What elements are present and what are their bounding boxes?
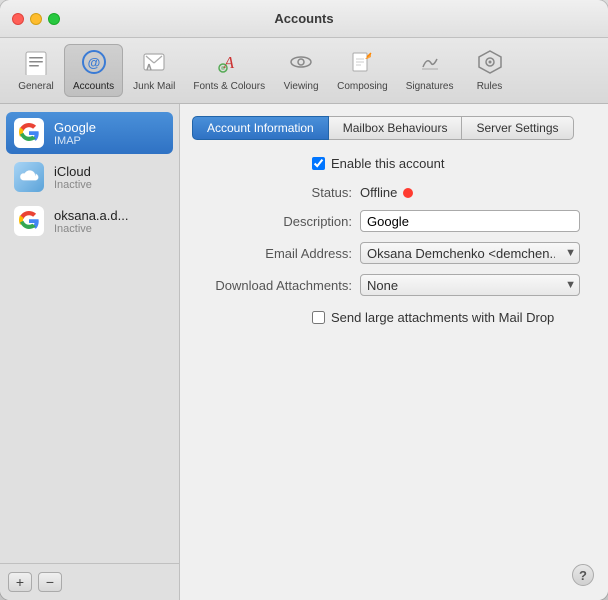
email-address-label: Email Address:: [192, 246, 352, 261]
sidebar: Google IMAP iCloud Inactive: [0, 104, 180, 600]
enable-account-label[interactable]: Enable this account: [331, 156, 444, 171]
general-icon: [23, 49, 49, 79]
toolbar-item-junk-mail[interactable]: Junk Mail: [125, 45, 183, 96]
remove-account-button[interactable]: −: [38, 572, 62, 592]
account-icon-google: [14, 118, 44, 148]
account-item-icloud[interactable]: iCloud Inactive: [6, 156, 173, 198]
toolbar-item-viewing[interactable]: Viewing: [275, 45, 327, 96]
svg-text:@: @: [87, 55, 100, 70]
toolbar-item-fonts-colors[interactable]: A Fonts & Colours: [185, 45, 273, 96]
toolbar-label-junk-mail: Junk Mail: [133, 81, 175, 92]
description-label: Description:: [192, 214, 352, 229]
toolbar-item-composing[interactable]: Composing: [329, 45, 396, 96]
main-panel: Account Information Mailbox Behaviours S…: [180, 104, 608, 600]
toolbar-label-viewing: Viewing: [284, 81, 319, 92]
account-item-google[interactable]: Google IMAP: [6, 112, 173, 154]
download-attachments-select-wrapper: None ▼: [360, 274, 580, 296]
traffic-lights: [12, 13, 60, 25]
maximize-button[interactable]: [48, 13, 60, 25]
account-status-google: IMAP: [54, 135, 96, 147]
toolbar-label-general: General: [18, 81, 54, 92]
toolbar-item-accounts[interactable]: @ Accounts: [64, 44, 123, 97]
fonts-colors-icon: A: [216, 49, 242, 79]
account-status-icloud: Inactive: [54, 179, 92, 191]
status-row: Status: Offline: [192, 185, 596, 200]
main-window: Accounts General @ Accou: [0, 0, 608, 600]
toolbar-label-composing: Composing: [337, 81, 388, 92]
toolbar-item-rules[interactable]: Rules: [464, 45, 516, 96]
account-name-google: Google: [54, 120, 96, 135]
account-name-oksana: oksana.a.d...: [54, 208, 128, 223]
toolbar-item-general[interactable]: General: [10, 45, 62, 96]
account-list: Google IMAP iCloud Inactive: [0, 104, 179, 563]
junk-mail-icon: [141, 49, 167, 79]
sidebar-controls: + −: [0, 563, 179, 600]
status-dot: [403, 188, 413, 198]
mail-drop-row: Send large attachments with Mail Drop: [312, 310, 596, 325]
close-button[interactable]: [12, 13, 24, 25]
account-icon-icloud: [14, 162, 44, 192]
enable-account-row: Enable this account: [312, 156, 596, 171]
download-attachments-select[interactable]: None: [360, 274, 580, 296]
accounts-icon: @: [81, 49, 107, 79]
signatures-icon: [417, 49, 443, 79]
account-icon-oksana: [14, 206, 44, 236]
account-name-icloud: iCloud: [54, 164, 92, 179]
account-item-oksana[interactable]: oksana.a.d... Inactive: [6, 200, 173, 242]
download-attachments-label: Download Attachments:: [192, 278, 352, 293]
email-address-select-wrapper: Oksana Demchenko <demchen... ▼: [360, 242, 580, 264]
toolbar: General @ Accounts: [0, 38, 608, 104]
description-input[interactable]: [360, 210, 580, 232]
toolbar-item-signatures[interactable]: Signatures: [398, 45, 462, 96]
account-status-oksana: Inactive: [54, 223, 128, 235]
description-row: Description:: [192, 210, 596, 232]
window-title: Accounts: [274, 11, 333, 26]
email-address-select[interactable]: Oksana Demchenko <demchen...: [360, 242, 580, 264]
toolbar-label-signatures: Signatures: [406, 81, 454, 92]
viewing-icon: [288, 49, 314, 79]
enable-account-checkbox[interactable]: [312, 157, 325, 170]
email-address-row: Email Address: Oksana Demchenko <demchen…: [192, 242, 596, 264]
rules-icon: [477, 49, 503, 79]
mail-drop-label[interactable]: Send large attachments with Mail Drop: [331, 310, 554, 325]
status-label: Status:: [192, 185, 352, 200]
status-value: Offline: [360, 185, 413, 200]
add-account-button[interactable]: +: [8, 572, 32, 592]
tab-mailbox-behaviours[interactable]: Mailbox Behaviours: [329, 116, 463, 140]
tabs: Account Information Mailbox Behaviours S…: [192, 116, 596, 140]
toolbar-label-rules: Rules: [477, 81, 503, 92]
account-info-google: Google IMAP: [54, 120, 96, 147]
account-info-icloud: iCloud Inactive: [54, 164, 92, 191]
composing-icon: [349, 49, 375, 79]
help-button[interactable]: ?: [572, 564, 594, 586]
minimize-button[interactable]: [30, 13, 42, 25]
content-area: Google IMAP iCloud Inactive: [0, 104, 608, 600]
toolbar-label-fonts-colors: Fonts & Colours: [193, 81, 265, 92]
tab-account-information[interactable]: Account Information: [192, 116, 329, 140]
form-section: Enable this account Status: Offline Desc…: [192, 156, 596, 325]
mail-drop-checkbox[interactable]: [312, 311, 325, 324]
download-attachments-row: Download Attachments: None ▼: [192, 274, 596, 296]
title-bar: Accounts: [0, 0, 608, 38]
toolbar-label-accounts: Accounts: [73, 81, 114, 92]
tab-server-settings[interactable]: Server Settings: [462, 116, 573, 140]
account-info-oksana: oksana.a.d... Inactive: [54, 208, 128, 235]
